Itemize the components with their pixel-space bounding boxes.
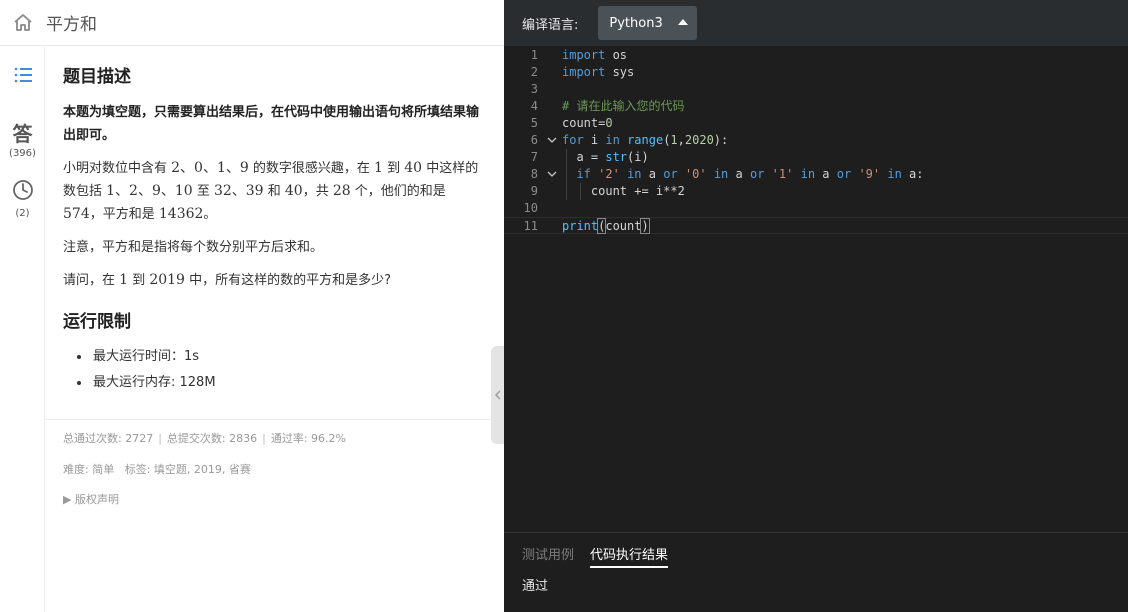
- language-value: Python3: [609, 15, 663, 31]
- fold-chevron-icon[interactable]: [546, 132, 558, 149]
- limit-memory: 最大运行内存: 128M: [91, 370, 486, 396]
- tags-line: 难度: 简单 标签: 填空题, 2019, 省赛: [63, 461, 251, 477]
- tags-label: 标签: 填空题, 2019, 省赛: [124, 463, 251, 476]
- code-line: 1 import os: [530, 48, 628, 62]
- stats-divider: [45, 419, 504, 420]
- problem-paragraph-1: 小明对数位中含有 2、0、1、9 的数字很感兴趣，在 1 到 40 中这样的数包…: [63, 160, 479, 222]
- editor-pane: 编译语言: Python3 1 import os 2 import sys 3…: [504, 0, 1128, 612]
- fill-in-note: 本题为填空题，只需要算出结果后，在代码中使用输出语句将所填结果输出即可。: [63, 105, 480, 143]
- problem-paragraph-3: 请问，在 1 到 2019 中，所有这样的数的平方和是多少?: [63, 272, 392, 288]
- problem-content: 题目描述 本题为填空题，只需要算出结果后，在代码中使用输出语句将所填结果输出即可…: [45, 47, 504, 612]
- code-line: 8 if '2' in a or '0' in a or '1' in a or…: [530, 166, 924, 183]
- copyright-toggle[interactable]: ▶ 版权声明: [63, 491, 119, 507]
- problem-pane: 平方和 答 (396) (2) 题目描述 本题为填空题，只需要算出结果后，在代码…: [0, 0, 505, 612]
- code-editor[interactable]: 1 import os 2 import sys 3 4 # 请在此输入您的代码…: [504, 47, 1128, 532]
- answers-count: (396): [9, 148, 36, 159]
- sidebar-item-description[interactable]: [0, 65, 45, 89]
- stat-submitted: 总提交次数: 2836: [166, 432, 258, 445]
- stats-line: 总通过次数: 2727 | 总提交次数: 2836 | 通过率: 96.2%: [63, 432, 346, 445]
- caret-up-icon: [678, 19, 689, 25]
- pane-collapse-handle[interactable]: [491, 346, 505, 444]
- code-line-active: 11 print(count): [504, 217, 1128, 234]
- sidebar-item-history[interactable]: (2): [0, 179, 45, 219]
- description-heading: 题目描述: [63, 67, 131, 87]
- code-line: 3: [530, 82, 538, 96]
- fold-chevron-icon[interactable]: [546, 166, 558, 183]
- limit-time: 最大运行时间：1s: [91, 344, 486, 370]
- stat-rate: 通过率: 96.2%: [270, 432, 346, 445]
- home-icon[interactable]: [12, 12, 34, 34]
- code-line: 10: [523, 201, 538, 215]
- editor-header: 编译语言: Python3: [504, 0, 1128, 46]
- code-line: 5 count=0: [530, 116, 613, 130]
- code-line: 9 count += i**2: [530, 184, 685, 198]
- language-label: 编译语言:: [522, 17, 579, 33]
- code-line: 6 for i in range(1,2020):: [530, 132, 729, 149]
- code-line: 4 # 请在此输入您的代码: [530, 99, 685, 113]
- top-bar: 平方和: [0, 0, 504, 46]
- chevron-left-icon: [495, 390, 501, 400]
- list-icon: [13, 65, 33, 89]
- sidebar-item-answers[interactable]: 答 (396): [0, 123, 45, 159]
- clock-icon: [12, 179, 34, 205]
- stat-passed: 总通过次数: 2727: [63, 432, 154, 445]
- execution-result-text: 通过: [522, 579, 549, 594]
- left-sidebar: 答 (396) (2): [0, 47, 45, 612]
- difficulty-label: 难度: 简单: [63, 463, 115, 476]
- limits-list: 最大运行时间：1s 最大运行内存: 128M: [91, 344, 486, 396]
- problem-paragraph-2: 注意，平方和是指将每个数分别平方后求和。: [63, 240, 324, 255]
- language-select[interactable]: Python3: [598, 6, 698, 40]
- tab-test-cases[interactable]: 测试用例: [522, 544, 574, 566]
- history-count: (2): [15, 208, 30, 219]
- tab-execution-result[interactable]: 代码执行结果: [590, 544, 669, 568]
- code-line: 2 import sys: [530, 65, 635, 79]
- output-panel: 测试用例 代码执行结果 通过: [504, 532, 1128, 612]
- page-title: 平方和: [46, 15, 97, 35]
- answer-icon: 答: [12, 122, 33, 146]
- limits-heading: 运行限制: [63, 312, 131, 332]
- code-line: 7 a = str(i): [530, 150, 649, 164]
